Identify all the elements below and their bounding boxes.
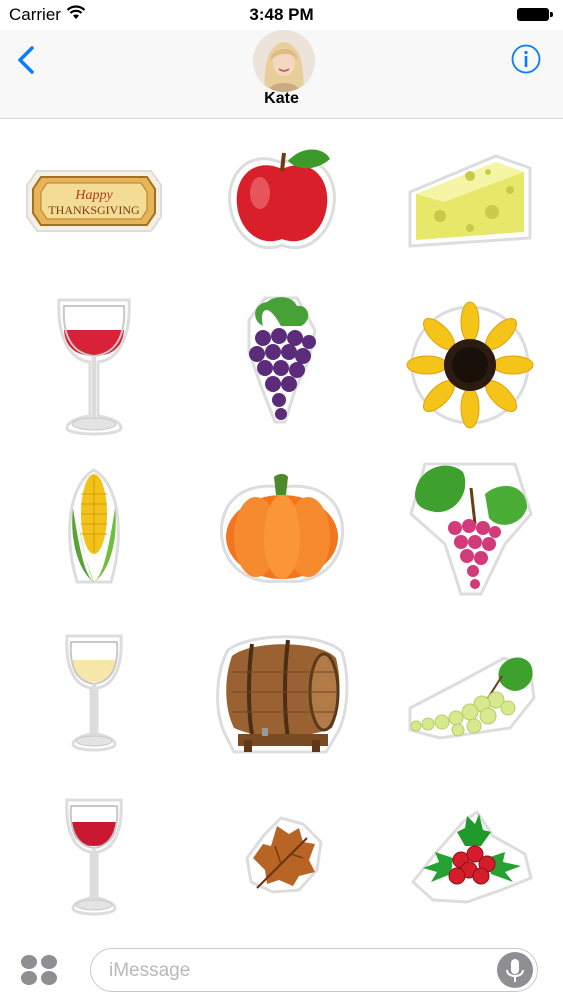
red-grapes-vine-sticker[interactable] — [376, 447, 563, 611]
message-placeholder: iMessage — [109, 960, 191, 981]
battery-icon — [517, 8, 553, 21]
apple-sticker[interactable] — [188, 119, 376, 283]
cheese-sticker[interactable] — [376, 119, 563, 283]
info-icon[interactable] — [511, 44, 541, 74]
green-grapes-sticker[interactable] — [376, 611, 563, 775]
corn-sticker[interactable] — [0, 447, 188, 611]
avatar[interactable] — [253, 30, 315, 92]
microphone-icon[interactable] — [497, 952, 533, 988]
red-wine-glass-sticker[interactable] — [0, 283, 188, 447]
sticker-grid: Happy THANKSGIVING — [0, 119, 563, 939]
conversation-header: Kate — [0, 30, 563, 119]
purple-grapes-sticker[interactable] — [188, 283, 376, 447]
red-wine-glass-small-sticker[interactable] — [0, 775, 188, 939]
happy-thanksgiving-sticker[interactable]: Happy THANKSGIVING — [0, 119, 188, 283]
clock: 3:48 PM — [249, 5, 314, 24]
app-drawer-icon[interactable] — [20, 954, 58, 986]
sticker-line-thanksgiving: THANKSGIVING — [48, 203, 140, 217]
compose-bar: iMessage — [0, 936, 563, 1000]
white-wine-glass-sticker[interactable] — [0, 611, 188, 775]
sunflower-sticker[interactable] — [376, 283, 563, 447]
sticker-line-happy: Happy — [74, 188, 113, 203]
wine-barrel-sticker[interactable] — [188, 611, 376, 775]
autumn-leaf-sticker[interactable] — [188, 775, 376, 939]
status-bar: Carrier 3:48 PM — [0, 0, 563, 30]
contact-name[interactable]: Kate — [0, 90, 563, 108]
pumpkin-sticker[interactable] — [188, 447, 376, 611]
message-input[interactable]: iMessage — [90, 948, 538, 992]
chevron-left-icon[interactable] — [10, 42, 46, 78]
holly-berries-sticker[interactable] — [376, 775, 563, 939]
